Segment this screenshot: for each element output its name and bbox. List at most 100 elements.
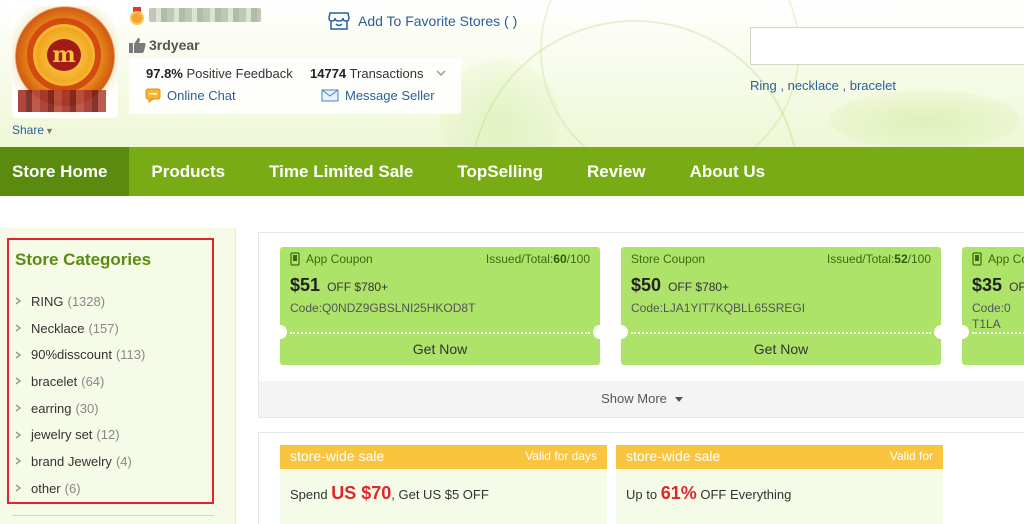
chevron-right-icon [15, 404, 21, 412]
category-count: (12) [96, 427, 120, 443]
sale-card[interactable]: store-wide sale Valid for days Spend US … [280, 445, 607, 524]
category-name: 90%disscount [31, 347, 112, 363]
chevron-right-icon [15, 297, 21, 305]
online-chat-button[interactable]: Online Chat [145, 88, 236, 103]
store-search-input[interactable] [751, 28, 1024, 64]
coupon-amount: $35 OFF [972, 275, 1024, 296]
positive-feedback: 97.8% Positive Feedback [146, 66, 293, 81]
coupon-code: Code:0T1LA [972, 301, 1011, 331]
hot-search-words: Ring , necklace , bracelet [750, 78, 896, 93]
category-item[interactable]: jewelry set (12) [13, 421, 145, 448]
add-to-favorite-button[interactable]: Add To Favorite Stores ( ) [328, 11, 517, 31]
sale-card[interactable]: store-wide sale Valid for Up to 61% OFF … [616, 445, 943, 524]
seller-stats-panel: 97.8% Positive Feedback 14774 Transactio… [129, 58, 461, 114]
category-name: bracelet [31, 373, 78, 389]
store-categories-panel: Store Categories RING (1328) Necklace (1… [7, 238, 214, 504]
coupon-condition: OFF [1009, 280, 1024, 294]
get-now-button[interactable]: Get Now [621, 333, 941, 365]
category-count: (64) [81, 373, 105, 389]
category-count: (1328) [67, 293, 106, 309]
category-item[interactable]: Necklace (157) [13, 315, 145, 342]
sale-description: Spend US $70, Get US $5 OFF [290, 483, 489, 503]
coupon-type-label: App Coupon [306, 252, 373, 266]
coupon-type: Store Coupon [631, 252, 705, 266]
chevron-right-icon [15, 377, 21, 385]
store-categories-title: Store Categories [15, 250, 152, 269]
coupon-section: App Coupon Issued/Total:60/100 $51 OFF $… [258, 232, 1024, 418]
store-nav-bar: Store Home Products Time Limited Sale To… [0, 147, 1024, 196]
coupon-code: Code:LJA1YIT7KQBLL65SREGI [631, 301, 806, 315]
sale-section: store-wide sale Valid for days Spend US … [258, 432, 1024, 524]
category-item[interactable]: other (6) [13, 475, 145, 502]
category-count: (30) [75, 400, 99, 416]
chevron-right-icon [15, 324, 21, 332]
coupon-row: App Coupon Issued/Total:60/100 $51 OFF $… [259, 233, 1024, 381]
caret-down-icon [674, 397, 683, 403]
category-count: (157) [88, 320, 119, 336]
nav-store-home[interactable]: Store Home [0, 147, 130, 196]
message-seller-label: Message Seller [345, 88, 435, 103]
store-search-box [750, 27, 1024, 65]
sale-validity: Valid for [889, 449, 933, 463]
coupon-code: Code:Q0NDZ9GBSLNI25HKOD8T [290, 301, 476, 315]
get-now-button[interactable]: Get Now [280, 333, 600, 365]
show-more-button[interactable]: Show More [259, 381, 1024, 417]
hot-word-necklace[interactable]: necklace [788, 78, 839, 93]
category-item[interactable]: 90%disscount (113) [13, 341, 145, 368]
coupon-card: App Coupon $35 OFF Code:0T1LA [955, 247, 1024, 365]
coupon-type: App Coupon [290, 252, 373, 266]
hot-word-bracelet[interactable]: bracelet [850, 78, 896, 93]
category-name: other [31, 480, 61, 496]
sidebar: Store Categories RING (1328) Necklace (1… [0, 228, 236, 524]
year-badge-label: 3rdyear [149, 37, 200, 53]
coupon-amount: $50 OFF $780+ [631, 275, 730, 295]
transactions: 14774 Transactions [310, 66, 423, 81]
category-name: earring [31, 400, 72, 416]
message-seller-button[interactable]: Message Seller [321, 88, 435, 103]
share-button[interactable]: Share▼ [12, 123, 54, 137]
hot-word-ring[interactable]: Ring [750, 78, 777, 93]
chevron-right-icon [15, 351, 21, 359]
coupon-issued: Issued/Total:60/100 [485, 252, 590, 266]
nav-products[interactable]: Products [129, 147, 247, 196]
category-list: RING (1328) Necklace (157) 90%disscount … [13, 288, 145, 502]
store-logo[interactable]: m [12, 6, 118, 118]
coupon-card: App Coupon Issued/Total:60/100 $51 OFF $… [273, 247, 607, 365]
year-badge: 3rdyear [129, 37, 200, 53]
store-icon [328, 11, 350, 31]
category-count: (6) [64, 480, 81, 496]
coupon-type: App Coupon [972, 252, 1024, 266]
positive-feedback-label: Positive Feedback [186, 66, 293, 81]
medal-icon [129, 7, 145, 25]
online-chat-label: Online Chat [167, 88, 236, 103]
category-item[interactable]: bracelet (64) [13, 368, 145, 395]
store-name-blurred[interactable] [149, 8, 261, 22]
phone-icon [972, 252, 982, 266]
chevron-right-icon [15, 431, 21, 439]
sidebar-divider [12, 515, 214, 516]
decorative-glow [830, 90, 1020, 147]
chevron-right-icon [15, 484, 21, 492]
chevron-down-icon[interactable] [435, 67, 447, 79]
nav-time-limited-sale[interactable]: Time Limited Sale [247, 147, 435, 196]
nav-review[interactable]: Review [565, 147, 668, 196]
category-item[interactable]: earring (30) [13, 395, 145, 422]
sale-validity: Valid for days [525, 449, 597, 463]
nav-about-us[interactable]: About Us [668, 147, 788, 196]
coupon-type-label: App Coupon [988, 252, 1024, 266]
coupon-card: Store Coupon Issued/Total:52/100 $50 OFF… [614, 247, 948, 365]
category-item[interactable]: RING (1328) [13, 288, 145, 315]
show-more-label: Show More [601, 391, 667, 406]
coupon-condition: OFF $780+ [327, 280, 389, 294]
coupon-condition: OFF $780+ [668, 280, 730, 294]
share-label: Share [12, 123, 45, 137]
store-header: m Share▼ Add To Favorite Stores ( ) 3rdy… [0, 0, 1024, 147]
transactions-label: Transactions [349, 66, 424, 81]
category-name: RING [31, 293, 64, 309]
coupon-amount: $51 OFF $780+ [290, 275, 389, 295]
phone-icon [290, 252, 300, 266]
positive-feedback-value: 97.8% [146, 66, 183, 81]
nav-topselling[interactable]: TopSelling [435, 147, 565, 196]
thumbs-up-icon [129, 38, 146, 53]
category-item[interactable]: brand Jewelry (4) [13, 448, 145, 475]
